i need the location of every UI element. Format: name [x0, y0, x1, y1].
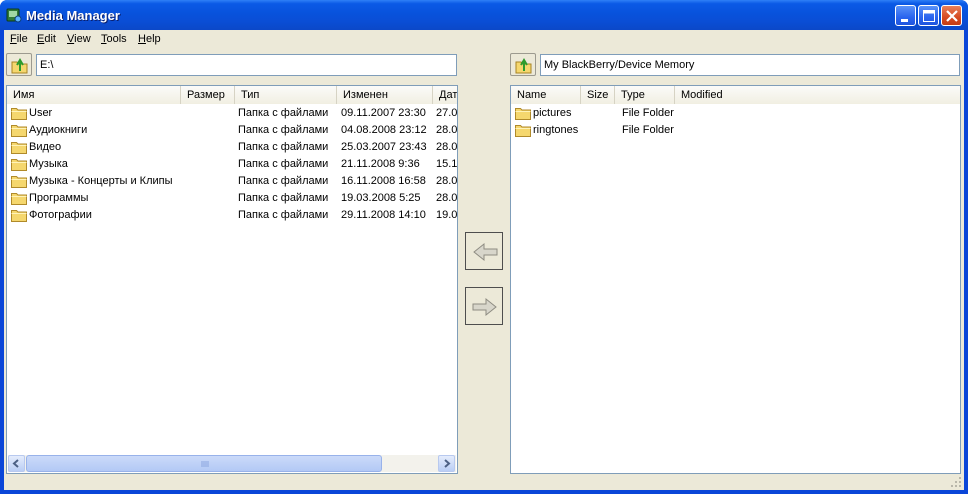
maximize-button[interactable]	[918, 5, 939, 26]
column-header-date[interactable]: Дат	[433, 86, 457, 104]
file-row[interactable]: Музыка Папка с файлами 21.11.2008 9:36 15.1	[7, 156, 457, 173]
close-button[interactable]	[941, 5, 962, 26]
menu-tools[interactable]: Tools	[101, 33, 127, 45]
cell-date: 28.0	[436, 192, 458, 204]
folder-icon	[11, 159, 27, 171]
left-column-headers: Имя Размер Тип Изменен Дат	[7, 86, 457, 104]
right-column-headers: Name Size Type Modified	[511, 86, 960, 104]
column-header-modified[interactable]: Изменен	[337, 86, 433, 104]
file-row[interactable]: User Папка с файлами 09.11.2007 23:30 27.0	[7, 105, 457, 122]
folder-icon	[11, 142, 27, 154]
copy-to-right-button[interactable]	[465, 287, 503, 325]
right-path-input[interactable]	[540, 54, 960, 76]
cell-date: 15.1	[436, 158, 458, 170]
left-horizontal-scrollbar[interactable]	[8, 455, 456, 472]
cell-modified: 09.11.2007 23:30	[341, 107, 426, 119]
cell-name: Музыка - Концерты и Клипы	[29, 175, 173, 187]
window-title: Media Manager	[26, 8, 120, 23]
file-row[interactable]: Видео Папка с файлами 25.03.2007 23:43 28.0	[7, 139, 457, 156]
right-up-folder-button[interactable]	[510, 53, 536, 76]
cell-type: Папка с файлами	[238, 209, 329, 221]
up-folder-icon	[11, 58, 28, 74]
cell-name: User	[29, 107, 53, 119]
arrow-right-icon	[472, 297, 497, 317]
menu-bar: File Edit View Tools Help	[4, 30, 964, 49]
menu-file[interactable]: File	[10, 33, 28, 45]
menu-view[interactable]: View	[67, 33, 91, 45]
column-header-type[interactable]: Type	[615, 86, 675, 104]
folder-icon	[515, 125, 531, 137]
cell-type: Папка с файлами	[238, 158, 329, 170]
arrow-left-icon	[473, 242, 498, 262]
file-row[interactable]: ringtones File Folder	[511, 122, 960, 139]
cell-name: Видео	[29, 141, 62, 153]
file-row[interactable]: Фотографии Папка с файлами 29.11.2008 14:1…	[7, 207, 457, 224]
grip-lines-icon	[201, 461, 209, 467]
folder-icon	[11, 125, 27, 137]
cell-name: ringtones	[533, 124, 579, 136]
menu-edit[interactable]: Edit	[37, 33, 56, 45]
cell-modified: 25.03.2007 23:43	[341, 141, 427, 153]
right-file-list[interactable]: Name Size Type Modified pictures File Fol…	[510, 85, 961, 474]
cell-name: Фотографии	[29, 209, 92, 221]
media-manager-icon	[6, 8, 22, 23]
minimize-button[interactable]	[895, 5, 916, 26]
scroll-left-button[interactable]	[8, 455, 25, 472]
maximize-icon	[923, 10, 935, 22]
left-up-folder-button[interactable]	[6, 53, 32, 76]
column-header-name[interactable]: Имя	[7, 86, 181, 104]
folder-icon	[11, 176, 27, 188]
cell-modified: 19.03.2008 5:25	[341, 192, 421, 204]
left-path-input[interactable]	[36, 54, 457, 76]
cell-date: 28.0	[436, 124, 458, 136]
cell-type: Папка с файлами	[238, 141, 329, 153]
column-header-size[interactable]: Размер	[181, 86, 235, 104]
cell-type: Папка с файлами	[238, 175, 329, 187]
column-header-modified[interactable]: Modified	[675, 86, 960, 104]
cell-name: pictures	[533, 107, 572, 119]
cell-name: Программы	[29, 192, 89, 204]
scroll-right-button[interactable]	[438, 455, 455, 472]
cell-type: Папка с файлами	[238, 192, 329, 204]
cell-name: Аудиокниги	[29, 124, 88, 136]
folder-icon	[11, 193, 27, 205]
chevron-left-icon	[12, 459, 19, 468]
file-row[interactable]: Музыка - Концерты и Клипы Папка с файлами…	[7, 173, 457, 190]
scroll-thumb[interactable]	[26, 455, 382, 472]
copy-to-left-button[interactable]	[465, 232, 503, 270]
up-folder-icon	[515, 58, 532, 74]
client-area: File Edit View Tools Help Имя Р	[4, 30, 964, 490]
cell-type: File Folder	[622, 107, 674, 119]
cell-type: Папка с файлами	[238, 107, 329, 119]
cell-date: 28.0	[436, 175, 458, 187]
cell-date: 27.0	[436, 107, 458, 119]
cell-date: 28.0	[436, 141, 458, 153]
cell-type: Папка с файлами	[238, 124, 329, 136]
file-row[interactable]: Аудиокниги Папка с файлами 04.08.2008 23:1…	[7, 122, 457, 139]
menu-help[interactable]: Help	[138, 33, 161, 45]
cell-modified: 21.11.2008 9:36	[341, 158, 420, 170]
close-icon	[946, 10, 958, 22]
minimize-icon	[901, 19, 908, 22]
cell-modified: 29.11.2008 14:10	[341, 209, 426, 221]
title-bar[interactable]: Media Manager	[0, 0, 968, 30]
folder-icon	[11, 108, 27, 120]
main-window: Media Manager File Edit View Tools Help	[0, 0, 968, 494]
file-row[interactable]: Программы Папка с файлами 19.03.2008 5:25 2…	[7, 190, 457, 207]
column-header-type[interactable]: Тип	[235, 86, 337, 104]
column-header-size[interactable]: Size	[581, 86, 615, 104]
resize-grip-icon[interactable]	[950, 476, 962, 488]
cell-type: File Folder	[622, 124, 674, 136]
cell-modified: 04.08.2008 23:12	[341, 124, 427, 136]
file-row[interactable]: pictures File Folder	[511, 105, 960, 122]
chevron-right-icon	[444, 459, 451, 468]
folder-icon	[11, 210, 27, 222]
cell-date: 19.0	[436, 209, 458, 221]
folder-icon	[515, 108, 531, 120]
cell-name: Музыка	[29, 158, 68, 170]
left-file-list[interactable]: Имя Размер Тип Изменен Дат User Папка с ф…	[6, 85, 458, 474]
cell-modified: 16.11.2008 16:58	[341, 175, 426, 187]
column-header-name[interactable]: Name	[511, 86, 581, 104]
